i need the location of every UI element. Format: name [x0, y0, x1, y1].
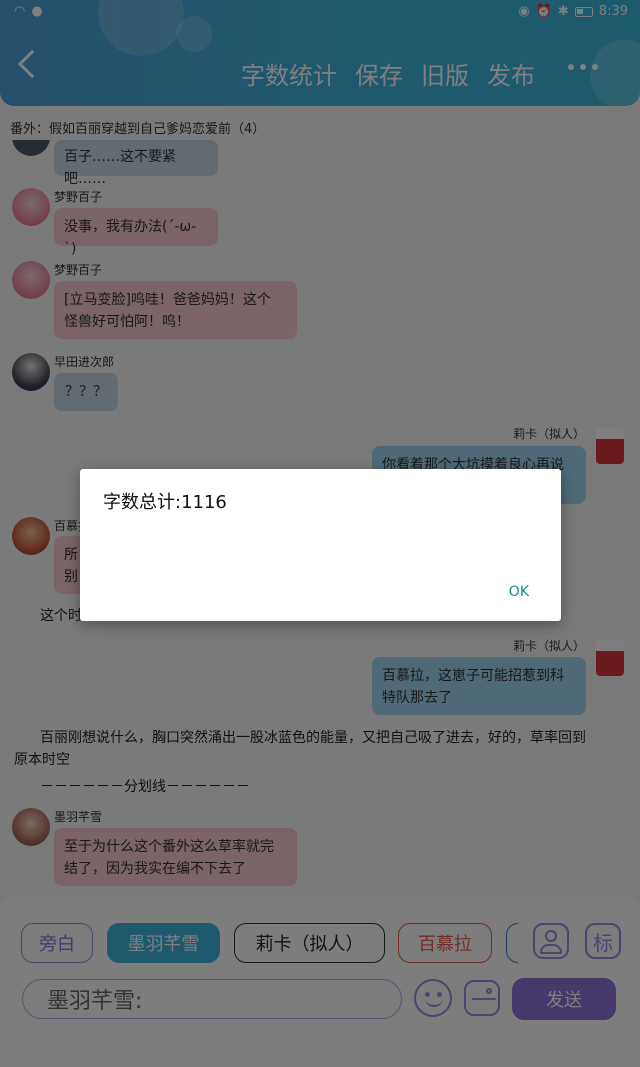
word-count-dialog: 字数总计:1116 OK [80, 469, 561, 621]
dialog-message: 字数总计:1116 [103, 492, 227, 513]
ok-button[interactable]: OK [509, 584, 529, 600]
